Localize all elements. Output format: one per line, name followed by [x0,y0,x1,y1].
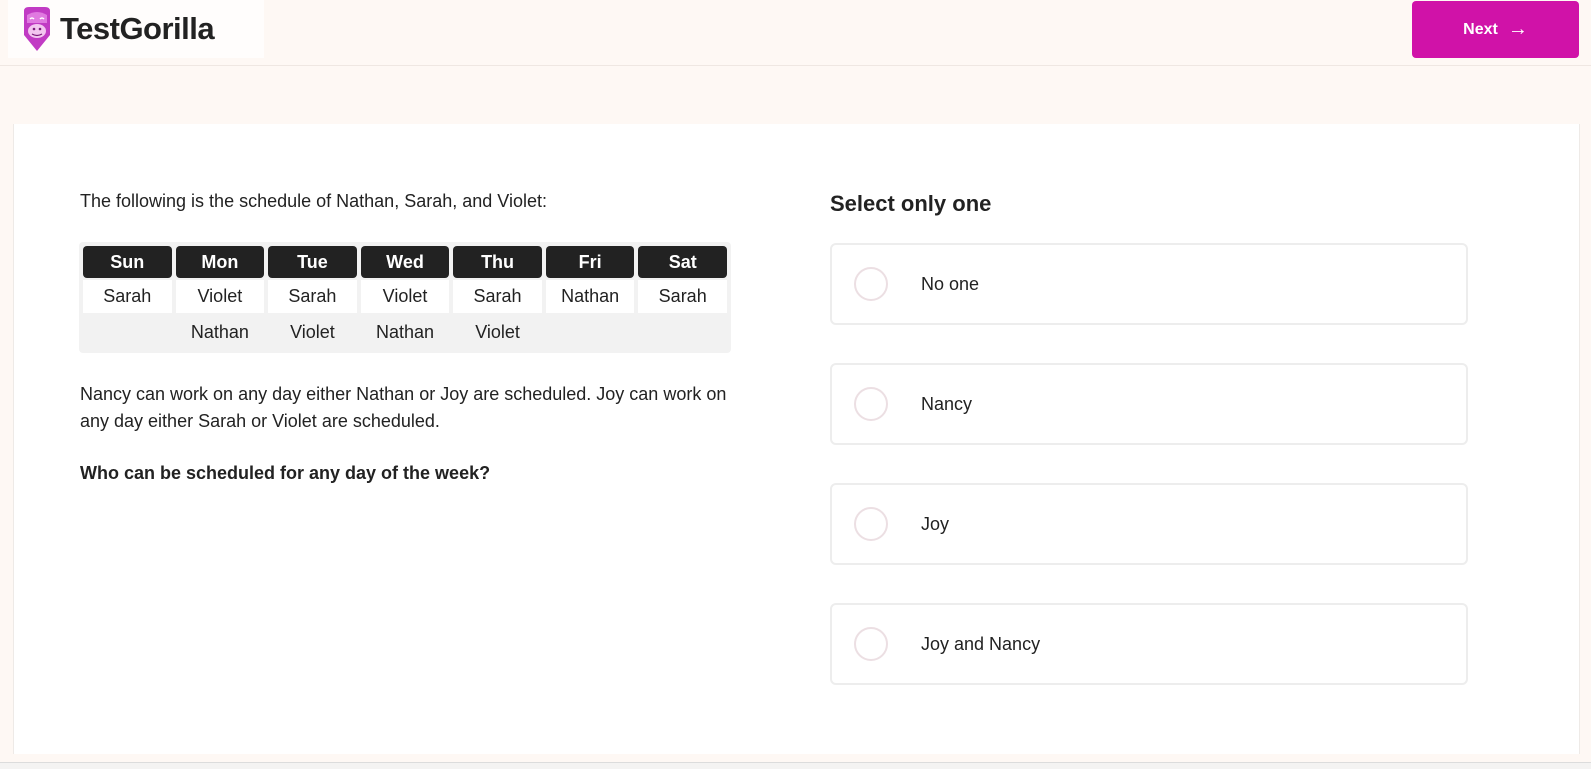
answer-option[interactable]: Joy [830,483,1468,565]
schedule-cell: Sarah [453,280,542,313]
brand-logo[interactable]: TestGorilla [8,0,264,58]
day-header: Wed [360,246,450,278]
question-intro: The following is the schedule of Nathan,… [80,191,547,211]
arrow-right-icon: → [1507,18,1528,40]
radio-button[interactable] [854,267,888,301]
schedule-cell [545,315,635,350]
radio-button[interactable] [854,387,888,421]
schedule-cell: Violet [268,315,357,350]
schedule-cell: Nathan [360,315,450,350]
schedule-cell: Sarah [638,280,727,313]
schedule-table: Sun Mon Tue Wed Thu Fri Sat Sarah Violet… [79,242,731,353]
schedule-cell: Nathan [545,280,635,313]
next-button[interactable]: Next → [1412,1,1579,58]
answer-option[interactable]: Joy and Nancy [830,603,1468,685]
schedule-cell: Sarah [268,280,357,313]
day-header: Tue [268,246,357,278]
schedule-cell: Nathan [175,315,265,350]
brand-name: TestGorilla [60,11,215,46]
answers-title: Select only one [830,191,992,216]
next-label: Next [1463,20,1498,38]
question-paragraph: Nancy can work on any day either Nathan … [80,384,727,431]
answer-label: No one [921,273,980,294]
schedule-cell [638,315,727,350]
day-header: Sun [83,246,172,278]
top-bar: TestGorilla Next → [0,0,1591,66]
schedule-cell: Violet [360,280,450,313]
answer-label: Nancy [921,393,973,414]
answer-label: Joy and Nancy [921,633,1041,654]
answer-option[interactable]: No one [830,243,1468,325]
day-header: Sat [638,246,727,278]
schedule-cell [83,315,172,350]
answer-option[interactable]: Nancy [830,363,1468,445]
day-header: Thu [453,246,542,278]
radio-button[interactable] [854,507,888,541]
schedule-cell: Sarah [83,280,172,313]
question-prompt: Who can be scheduled for any day of the … [80,463,491,483]
gorilla-logo-icon [24,7,50,51]
day-header: Mon [175,246,265,278]
radio-button[interactable] [854,627,888,661]
answer-label: Joy [921,513,950,534]
day-header: Fri [545,246,635,278]
schedule-cell: Violet [175,280,265,313]
schedule-cell: Violet [453,315,542,350]
